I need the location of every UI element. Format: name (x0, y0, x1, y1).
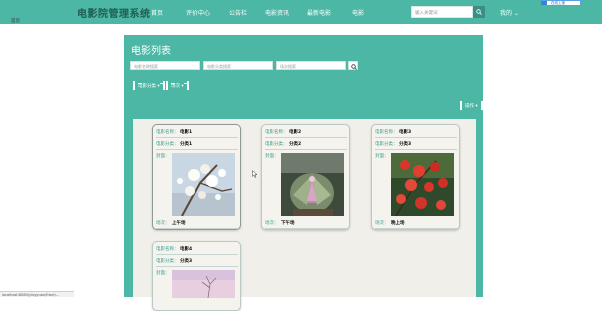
movie-card[interactable]: 电影名称： 电影2 电影分类： 分类2 封面： 场次： 下午场 (261, 124, 350, 230)
category-dropdown[interactable]: 电影分类 ▾ (133, 81, 165, 90)
movie-category: 分类3 (399, 142, 412, 147)
breadcrumb-home[interactable]: 首页 (11, 18, 20, 24)
user-menu[interactable]: 我的 ⌄ (500, 8, 519, 17)
nav-item-news[interactable]: 电影资讯 (265, 8, 289, 17)
movie-card[interactable]: 电影名称： 电影1 电影分类： 分类1 封面： 场次： 上午场 (152, 124, 241, 230)
movie-session: 上午场 (172, 221, 186, 226)
movie-cover-image[interactable] (391, 153, 454, 216)
nav-item-latest[interactable]: 最新电影 (307, 8, 331, 17)
operate-button[interactable]: 操作 ▾ (460, 101, 483, 110)
category-label: 电影分类： (265, 142, 288, 147)
session-dropdown[interactable]: 场次 ▾ (166, 81, 189, 90)
name-label: 电影名称： (375, 130, 398, 135)
movie-category: 分类3 (180, 259, 193, 264)
category-label: 电影分类： (156, 259, 179, 264)
cover-label: 封面： (156, 154, 170, 159)
movie-cover-image[interactable] (172, 270, 235, 298)
header-search-button[interactable] (473, 6, 485, 18)
movie-category: 分类1 (180, 142, 193, 147)
cover-label: 封面： (156, 271, 170, 276)
page-title: 电影列表 (131, 46, 171, 57)
filter-name-input[interactable]: 电影名称搜索 (130, 61, 200, 70)
corner-tag[interactable]: 在线上报 (541, 0, 581, 6)
movie-session: 下午场 (281, 221, 295, 226)
filter-search-button[interactable] (348, 61, 358, 70)
name-label: 电影名称： (156, 130, 179, 135)
movie-name: 电影2 (289, 130, 302, 135)
movie-cover-image[interactable] (281, 153, 344, 216)
session-label: 场次： (156, 221, 170, 226)
session-label: 场次： (375, 221, 389, 226)
brand-title[interactable]: 电影院管理系统 (77, 5, 151, 20)
name-label: 电影名称： (265, 130, 288, 135)
top-navbar: 电影院管理系统 首页 评价中心 公告栏 电影资讯 最新电影 电影 输入关键词 我… (0, 0, 602, 24)
filter-category-input[interactable]: 电影分类搜索 (203, 61, 273, 70)
movie-list-panel: 电影列表 电影名称搜索 电影分类搜索 场次搜索 电影分类 ▾ 场次 ▾ 操作 ▾… (124, 35, 483, 311)
movie-card[interactable]: 电影名称： 电影3 电影分类： 分类3 封面： 场次： 晚上场 (371, 124, 460, 230)
name-label: 电影名称： (156, 247, 179, 252)
header-search-input[interactable]: 输入关键词 (411, 6, 473, 18)
nav-item-movies[interactable]: 电影 (352, 8, 364, 17)
category-label: 电影分类： (375, 142, 398, 147)
cover-label: 封面： (375, 154, 389, 159)
mouse-cursor-icon (252, 170, 258, 178)
category-label: 电影分类： (156, 142, 179, 147)
movie-category: 分类2 (289, 142, 302, 147)
filter-session-input[interactable]: 场次搜索 (276, 61, 346, 70)
movie-session: 晚上场 (391, 221, 405, 226)
session-label: 场次： (265, 221, 279, 226)
movie-grid: 电影名称： 电影1 电影分类： 分类1 封面： 场次： 上午场 电影名称： 电影… (133, 119, 476, 311)
status-bar: localhost:8080/yingyuan/front/... (0, 291, 74, 297)
corner-tag-label: 在线上报 (551, 1, 565, 5)
search-icon (476, 9, 482, 15)
movie-cover-image[interactable] (172, 153, 235, 216)
cover-label: 封面： (265, 154, 279, 159)
nav-item-home[interactable]: 首页 (151, 8, 163, 17)
movie-name: 电影3 (399, 130, 412, 135)
nav-item-announcements[interactable]: 公告栏 (229, 8, 247, 17)
movie-name: 电影1 (180, 130, 193, 135)
movie-card[interactable]: 电影名称： 电影4 电影分类： 分类3 封面： (152, 241, 241, 311)
report-icon (541, 1, 547, 5)
nav-item-reviews[interactable]: 评价中心 (186, 8, 210, 17)
movie-name: 电影4 (180, 247, 193, 252)
search-icon (351, 63, 357, 70)
